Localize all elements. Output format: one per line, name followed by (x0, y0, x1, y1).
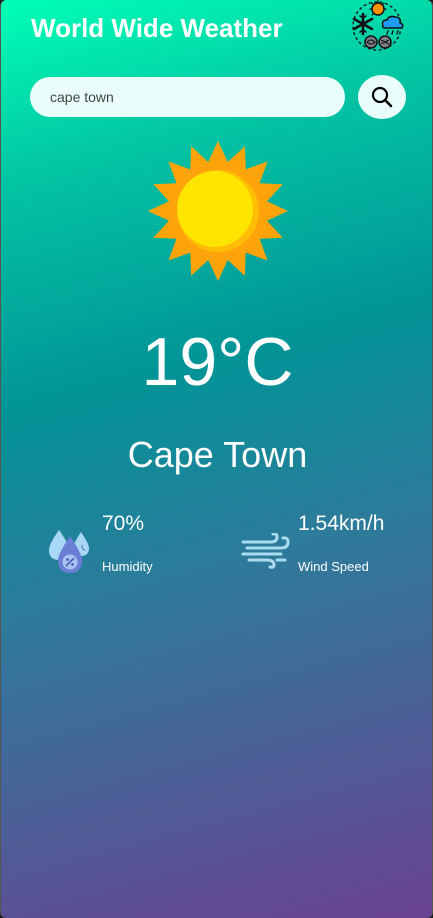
city-name: Cape Town (127, 434, 308, 475)
app-title: World Wide Weather (31, 13, 283, 43)
search-button[interactable] (358, 75, 406, 119)
wind-speed-label: Wind Speed (298, 559, 369, 574)
weather-card: World Wide Weather cape town 19°C Cape T… (0, 0, 433, 918)
sun-icon (148, 141, 288, 281)
wind-speed-value: 1.54km/h (298, 512, 385, 535)
humidity-icon (49, 530, 89, 573)
search-icon (371, 86, 393, 108)
temperature: 19°C (141, 324, 294, 400)
weather-collage-icon (352, 0, 404, 51)
humidity-label: Humidity (102, 559, 153, 574)
humidity-value: 70% (102, 512, 145, 535)
search-input[interactable] (30, 77, 345, 117)
wind-icon (241, 533, 290, 569)
